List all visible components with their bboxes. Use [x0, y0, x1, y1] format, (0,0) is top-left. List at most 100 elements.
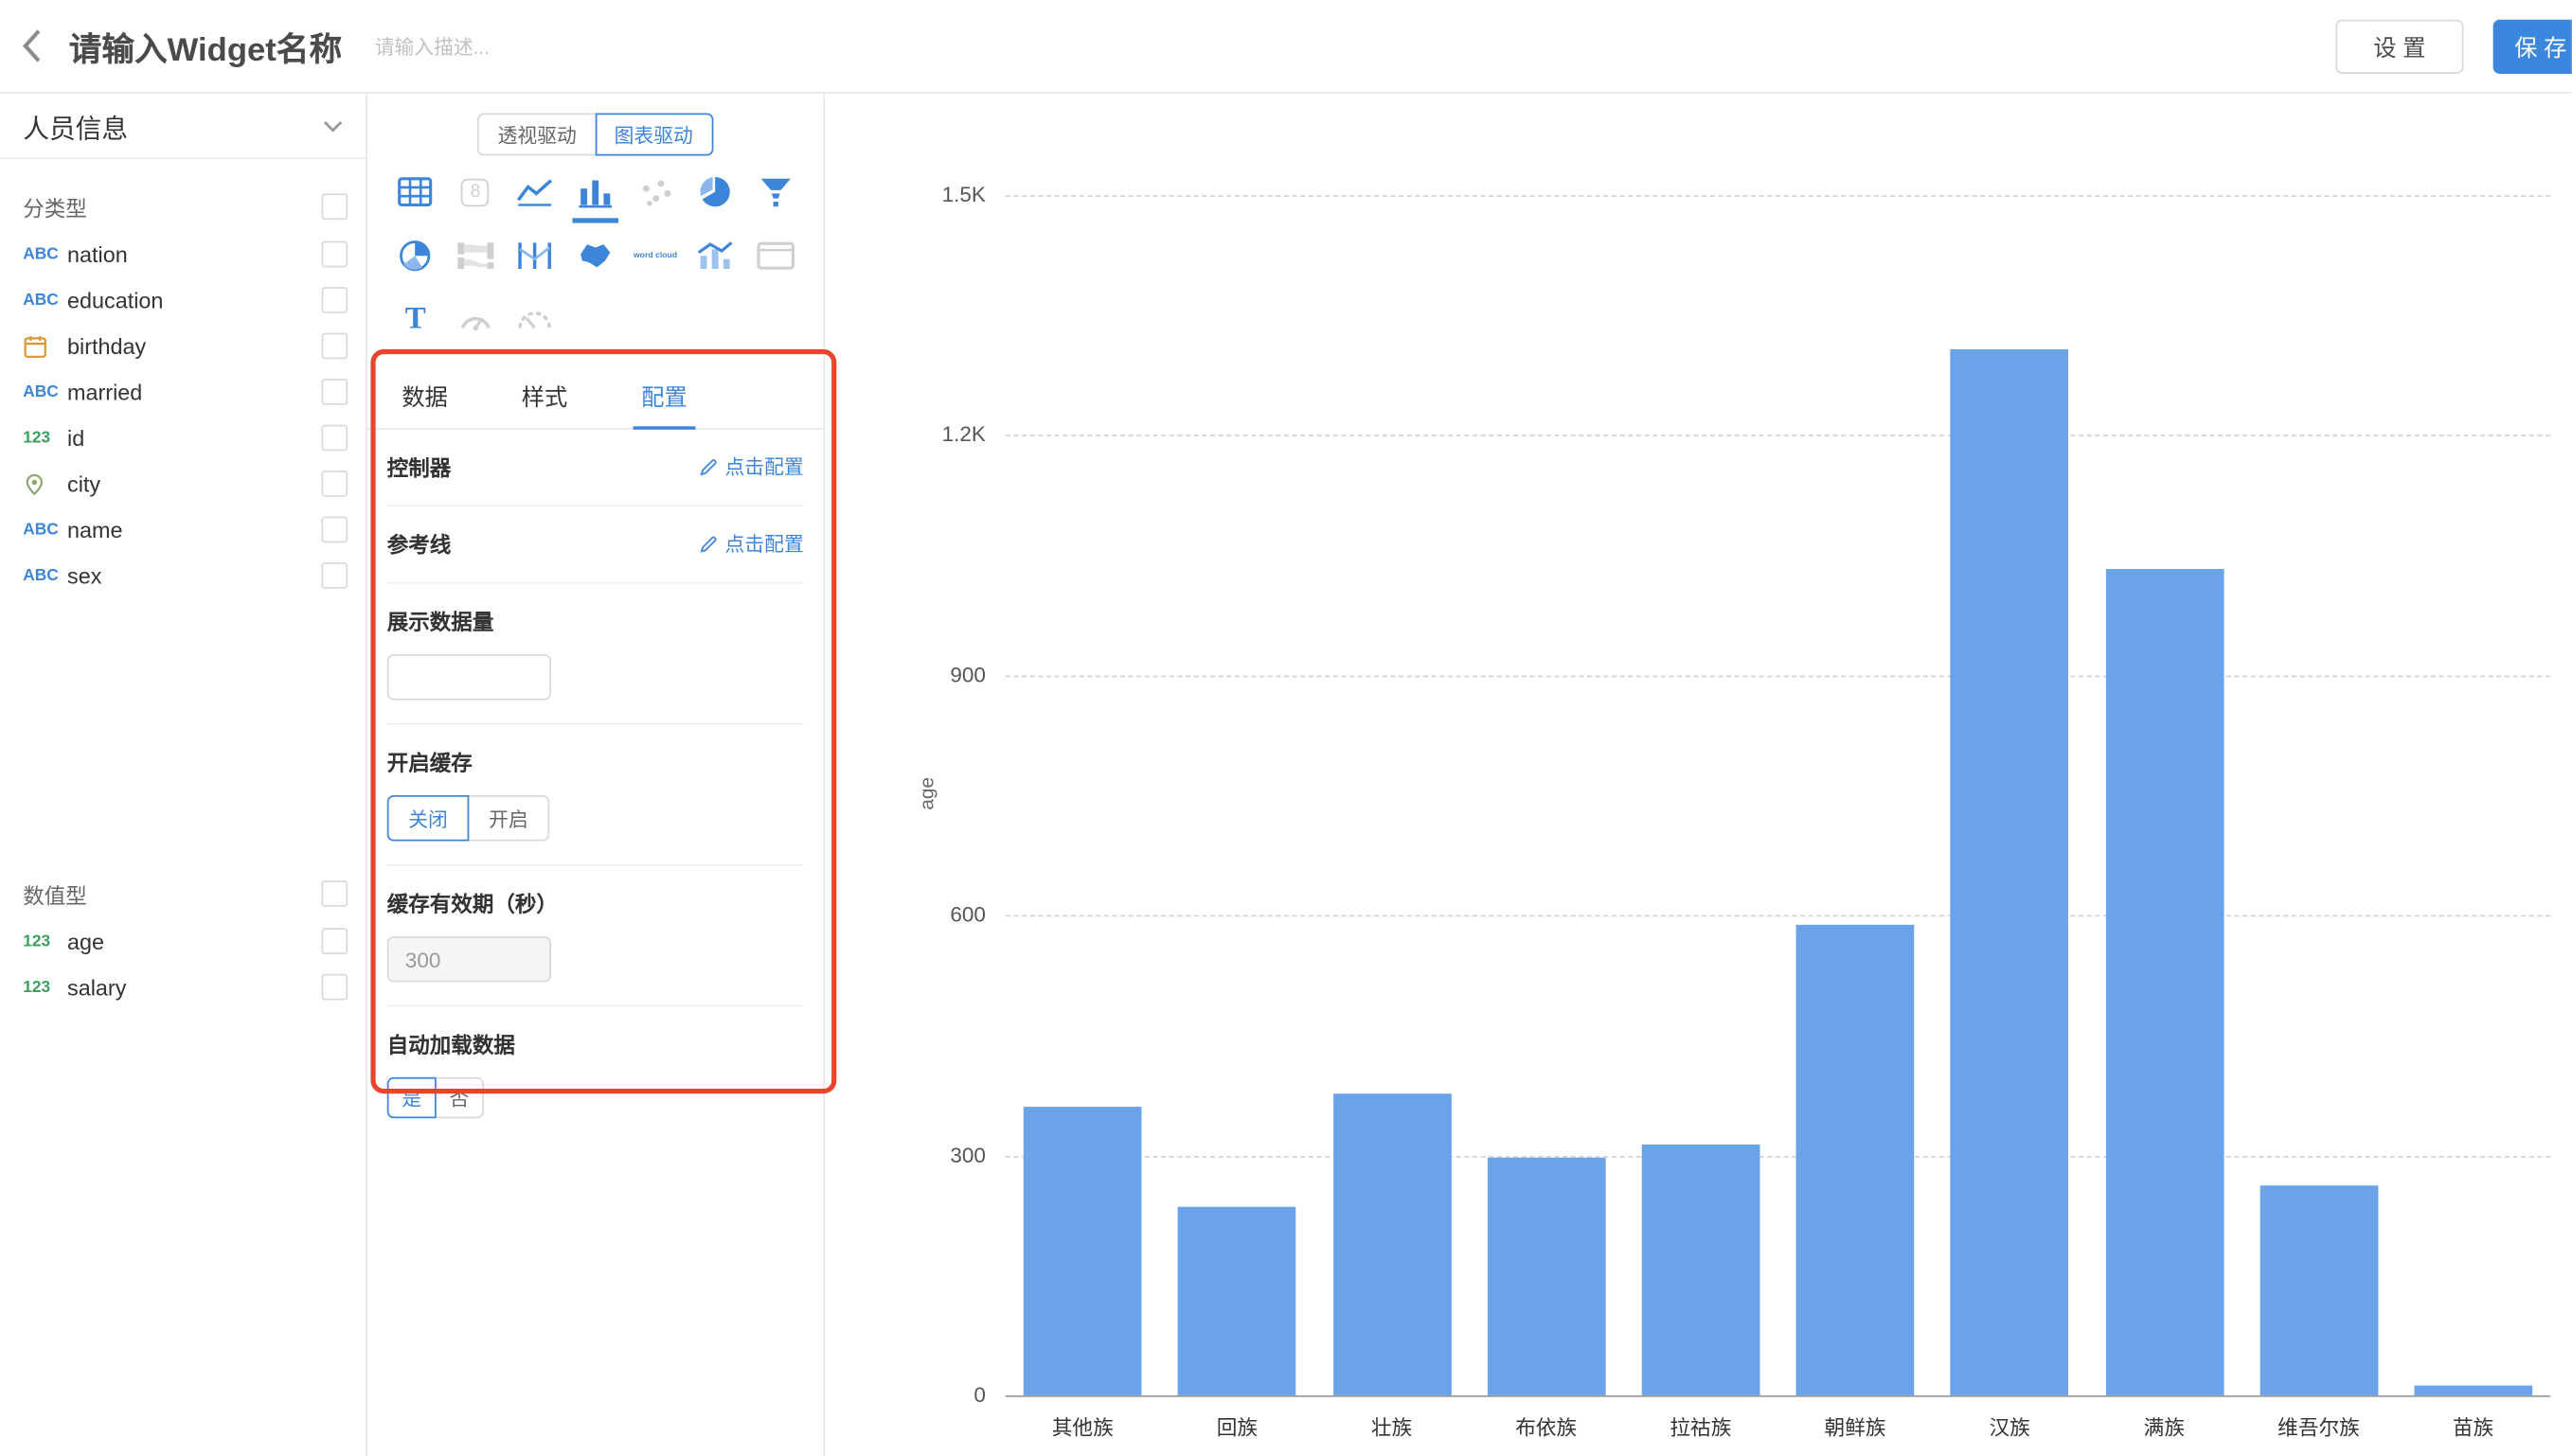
- widget-description-input[interactable]: 请输入描述...: [375, 32, 490, 60]
- field-item-birthday[interactable]: birthday: [0, 323, 366, 368]
- chart-type-map-icon[interactable]: [571, 235, 620, 277]
- bar: [1024, 1107, 1142, 1395]
- bar: [1333, 1093, 1452, 1395]
- chart-type-wordcloud-icon[interactable]: word cloud: [631, 235, 680, 277]
- chart-type-line-icon[interactable]: [510, 170, 560, 213]
- checkbox[interactable]: [321, 333, 348, 360]
- checkbox[interactable]: [321, 880, 348, 907]
- bar: [2415, 1386, 2533, 1395]
- reference-line-configure-link[interactable]: 点击配置: [699, 529, 804, 557]
- field-item-city[interactable]: city: [0, 461, 366, 506]
- settings-button[interactable]: 设 置: [2335, 20, 2463, 74]
- location-pin-icon: [23, 471, 67, 496]
- chart-type-sankey-icon[interactable]: [451, 235, 500, 277]
- checkbox[interactable]: [321, 974, 348, 1001]
- chart-type-gauge-icon[interactable]: [451, 298, 500, 341]
- field-item-nation[interactable]: ABCnation: [0, 231, 366, 276]
- chart-type-grid: 8: [367, 170, 823, 341]
- x-tick-label: 拉祜族: [1623, 1411, 1777, 1442]
- field-section-label: 分类型: [23, 191, 87, 222]
- chart-drive-button[interactable]: 图表驱动: [595, 114, 713, 156]
- x-tick-label: 汉族: [1933, 1411, 2087, 1442]
- chart-type-combo-icon[interactable]: [690, 235, 740, 277]
- checkbox[interactable]: [321, 241, 348, 268]
- field-label: nation: [67, 241, 128, 266]
- field-item-id[interactable]: 123id: [0, 415, 366, 460]
- wordcloud-glyph: word cloud: [631, 251, 680, 260]
- field-item-education[interactable]: ABCeducation: [0, 277, 366, 323]
- checkbox[interactable]: [321, 517, 348, 543]
- tab-data[interactable]: 数据: [394, 365, 456, 428]
- field-item-married[interactable]: ABCmarried: [0, 369, 366, 415]
- text-glyph: T: [405, 302, 426, 338]
- autoload-row: 自动加载数据 是 否: [387, 1006, 804, 1141]
- configure-link-label: 点击配置: [725, 453, 804, 480]
- save-button[interactable]: 保 存: [2493, 20, 2572, 74]
- field-item-sex[interactable]: ABCsex: [0, 553, 366, 598]
- field-section: 数值型 123age123salary: [0, 869, 366, 1010]
- chart-type-dial-icon[interactable]: [510, 298, 560, 341]
- pivot-drive-button[interactable]: 透视驱动: [478, 114, 597, 156]
- reference-line-label: 参考线: [387, 528, 452, 559]
- field-section-header: 数值型: [0, 869, 366, 918]
- chart-type-table-icon[interactable]: [391, 170, 440, 213]
- field-label: education: [67, 288, 163, 312]
- gridline: [1006, 675, 2551, 677]
- controller-label: 控制器: [387, 451, 452, 482]
- tab-config[interactable]: 配置: [634, 365, 696, 430]
- controller-row: 控制器 点击配置: [387, 430, 804, 506]
- display-count-input[interactable]: [387, 654, 551, 700]
- bar: [1950, 349, 2068, 1395]
- controller-configure-link[interactable]: 点击配置: [699, 453, 804, 480]
- gridline: [1006, 195, 2551, 197]
- tab-style[interactable]: 样式: [513, 365, 576, 428]
- checkbox[interactable]: [321, 379, 348, 405]
- drive-mode-toggle: 透视驱动 图表驱动: [478, 114, 713, 156]
- field-sections: 分类型ABCnationABCeducationbirthdayABCmarri…: [0, 159, 366, 1010]
- chart-type-iframe-icon[interactable]: [751, 235, 800, 277]
- chart-type-scorecard-icon[interactable]: 8: [451, 170, 500, 213]
- widget-title-input[interactable]: 请输入Widget名称: [69, 22, 342, 69]
- checkbox[interactable]: [321, 425, 348, 452]
- dataset-header[interactable]: 人员信息: [0, 94, 366, 159]
- cache-label: 开启缓存: [387, 746, 804, 777]
- checkbox[interactable]: [321, 562, 348, 589]
- field-label: sex: [67, 563, 101, 588]
- field-label: id: [67, 425, 84, 450]
- x-tick-label: 苗族: [2396, 1411, 2550, 1442]
- field-section-label: 数值型: [23, 878, 87, 909]
- chart-type-text-icon[interactable]: T: [391, 298, 440, 341]
- field-item-age[interactable]: 123age: [0, 918, 366, 964]
- chevron-left-icon: [16, 23, 49, 68]
- autoload-no-button[interactable]: 否: [435, 1077, 484, 1118]
- checkbox[interactable]: [321, 471, 348, 497]
- y-tick-label: 300: [874, 1143, 986, 1167]
- chevron-down-icon: [323, 119, 343, 133]
- field-label: salary: [67, 975, 126, 1000]
- bar: [1488, 1158, 1606, 1395]
- field-label: birthday: [67, 333, 146, 358]
- cache-off-button[interactable]: 关闭: [387, 795, 470, 841]
- chart-type-parallel-icon[interactable]: [510, 235, 560, 277]
- field-item-name[interactable]: ABCname: [0, 506, 366, 552]
- field-label: name: [67, 517, 123, 542]
- chart-type-pie-icon[interactable]: [690, 170, 740, 213]
- widget-editor: 请输入Widget名称 请输入描述... 设 置 保 存 人员信息 分类型 ABC…: [0, 0, 2572, 1456]
- chart-type-funnel-icon[interactable]: [751, 170, 800, 213]
- string-type-badge: ABC: [23, 291, 67, 309]
- x-tick-label: 壮族: [1314, 1411, 1469, 1442]
- checkbox[interactable]: [321, 928, 348, 954]
- cache-ttl-input[interactable]: [387, 936, 551, 982]
- checkbox[interactable]: [321, 287, 348, 313]
- chart-type-radar-icon[interactable]: [391, 235, 440, 277]
- widget-config-panel: 透视驱动 图表驱动 8: [367, 94, 825, 1456]
- field-section: 分类型ABCnationABCeducationbirthdayABCmarri…: [0, 182, 366, 598]
- field-item-salary[interactable]: 123salary: [0, 964, 366, 1009]
- cache-on-button[interactable]: 开启: [468, 795, 550, 841]
- chart-type-bar-icon[interactable]: [571, 170, 620, 213]
- autoload-yes-button[interactable]: 是: [387, 1077, 437, 1118]
- checkbox[interactable]: [321, 193, 348, 220]
- chart-type-scatter-icon[interactable]: [631, 170, 680, 213]
- configure-link-label: 点击配置: [725, 529, 804, 557]
- back-button[interactable]: [0, 23, 69, 68]
